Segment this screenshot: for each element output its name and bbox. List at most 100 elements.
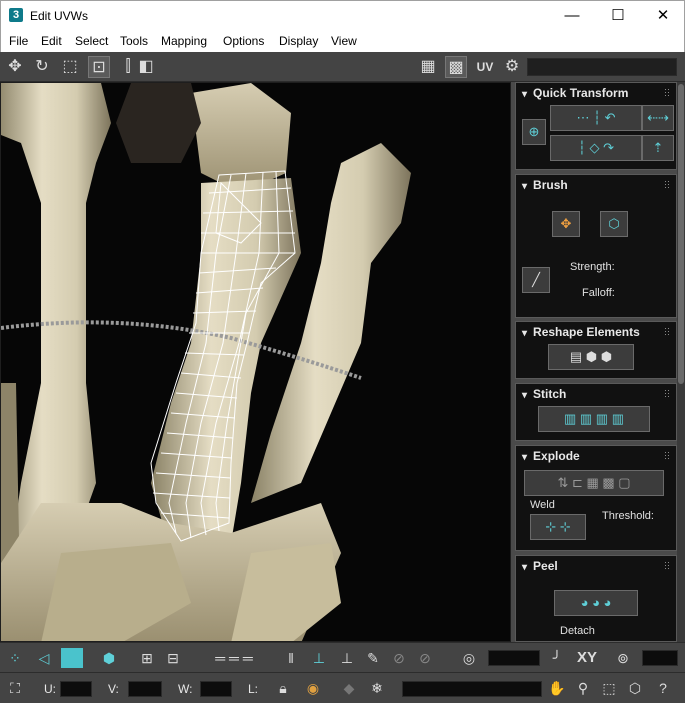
panel-scrollbar[interactable]: [677, 82, 685, 642]
align-row-1[interactable]: ⋯ ┆ ↶: [550, 105, 642, 131]
peel-tools-icon[interactable]: ◕ ◕ ◕: [554, 590, 638, 616]
grip-icon[interactable]: [664, 451, 670, 459]
paint-shrink-icon[interactable]: ⊘: [414, 648, 436, 668]
stitch-title[interactable]: Stitch: [522, 387, 566, 401]
freeze-icon[interactable]: ❄: [366, 678, 388, 698]
falloff-curve-icon[interactable]: ╯: [546, 648, 568, 668]
top-toolbar: ✥ ↻ ⬚ ⊡ ⫿ ◧ ▦ ▩ UV ⚙: [0, 52, 685, 82]
texture-settings-icon[interactable]: ⚙: [501, 56, 523, 78]
u-label: U:: [44, 682, 56, 696]
help-icon[interactable]: ?: [652, 678, 674, 698]
paint-move-icon[interactable]: ✥: [552, 211, 580, 237]
falloff-label: Falloff:: [582, 287, 615, 299]
falloff-input[interactable]: [488, 650, 540, 666]
reshape-elements-title[interactable]: Reshape Elements: [522, 325, 640, 339]
checker-icon[interactable]: ▦: [417, 56, 439, 78]
paint-grow-icon[interactable]: ⊘: [388, 648, 410, 668]
quick-transform-rollout: Quick Transform ⊕ ⋯ ┆ ↶ ┆ ◇ ↷ ⇠⇢ ⇡: [515, 82, 677, 170]
space-horizontal-icon[interactable]: ⇠⇢: [642, 105, 674, 131]
xy-toggle[interactable]: XY: [574, 648, 600, 668]
shape-icon[interactable]: ◧: [135, 56, 157, 78]
detach-label: Detach: [560, 625, 595, 637]
hide-icon[interactable]: ◉: [302, 678, 324, 698]
grip-icon[interactable]: [664, 389, 670, 397]
explode-rollout: Explode ⇅ ⊏ ▦ ▩ ▢ Weld Threshold: ⊹ ⊹: [515, 445, 677, 551]
close-button[interactable]: ✕: [640, 1, 685, 31]
menu-view[interactable]: View: [331, 34, 357, 48]
threshold-label: Threshold:: [602, 510, 654, 522]
lock-icon[interactable]: 🔒︎: [272, 678, 294, 698]
v-input[interactable]: [128, 681, 162, 697]
maximize-button[interactable]: ☐: [595, 1, 641, 31]
menu-options[interactable]: Options: [223, 34, 264, 48]
viewport-canvas: [1, 83, 510, 641]
stitch-tools-icon[interactable]: ▥ ▥ ▥ ▥: [538, 406, 650, 432]
absolute-offset-icon[interactable]: ⛶: [4, 678, 26, 698]
u-input[interactable]: [60, 681, 92, 697]
checker-map-icon[interactable]: ▩: [445, 56, 467, 78]
weld-tools-icon[interactable]: ⊹ ⊹: [530, 514, 586, 540]
v-label: V:: [108, 682, 119, 696]
reshape-tools-icon[interactable]: ▤ ⬢ ⬢: [548, 344, 634, 370]
minimize-button[interactable]: —: [549, 1, 595, 31]
edge-mode-icon[interactable]: ◁: [33, 648, 55, 668]
quick-transform-title[interactable]: Quick Transform: [522, 86, 628, 100]
soft-selection-icon[interactable]: ◎: [458, 648, 480, 668]
face-mode-icon[interactable]: [61, 648, 83, 668]
bottom-toolbar-1: ⁘ ◁ ⬢ ⊞ ⊟ ═ ═ ═ ‖ ⊥ ⊥ ✎ ⊘ ⊘ ◎ ╯ XY ⊚: [0, 642, 685, 672]
menu-select[interactable]: Select: [75, 34, 108, 48]
w-input[interactable]: [200, 681, 232, 697]
vertex-mode-icon[interactable]: ⁘: [4, 648, 26, 668]
element-mode-icon[interactable]: ⬢: [98, 648, 120, 668]
scrollbar-thumb[interactable]: [678, 84, 684, 384]
zoom-icon[interactable]: ⚲: [572, 678, 594, 698]
select-inverted-icon[interactable]: ⊥: [336, 648, 358, 668]
rotate-icon[interactable]: ↻: [31, 56, 53, 78]
menu-edit[interactable]: Edit: [41, 34, 62, 48]
space-vertical-icon[interactable]: ⇡: [642, 135, 674, 161]
align-row-2[interactable]: ┆ ◇ ↷: [550, 135, 642, 161]
grow-selection-icon[interactable]: ⊞: [136, 648, 158, 668]
peel-title[interactable]: Peel: [522, 559, 558, 573]
bottom-toolbar-2: ⛶ U: V: W: L: 🔒︎ ◉ ◆ ❄ ✋ ⚲ ⬚ ⬡ ?: [0, 672, 685, 703]
distance-input[interactable]: [642, 650, 678, 666]
edge-loop-icon[interactable]: ‖: [280, 648, 302, 668]
relax-brush-icon[interactable]: ⬡: [600, 211, 628, 237]
freeform-icon[interactable]: ⊡: [88, 56, 110, 78]
brush-falloff-icon[interactable]: ╱: [522, 267, 550, 293]
menu-bar: File Edit Select Tools Mapping Options D…: [0, 30, 685, 52]
menu-file[interactable]: File: [9, 34, 28, 48]
paint-select-icon[interactable]: ✎: [362, 648, 384, 668]
uv-toggle[interactable]: UV: [473, 56, 497, 78]
stitch-rollout: Stitch ▥ ▥ ▥ ▥: [515, 383, 677, 441]
select-overlap-icon[interactable]: ⊥: [308, 648, 330, 668]
loop-ring-icons[interactable]: ═ ═ ═: [194, 648, 274, 668]
filter-dropdown[interactable]: [402, 681, 542, 697]
grip-icon[interactable]: [664, 561, 670, 569]
grip-icon[interactable]: [664, 88, 670, 96]
zoom-extents-icon[interactable]: ⬡: [624, 678, 646, 698]
app-icon: 3: [9, 8, 23, 22]
uv-viewport[interactable]: [0, 82, 511, 642]
zoom-region-icon[interactable]: ⬚: [598, 678, 620, 698]
texture-dropdown[interactable]: [527, 58, 677, 76]
menu-tools[interactable]: Tools: [120, 34, 148, 48]
explode-tools-icon[interactable]: ⇅ ⊏ ▦ ▩ ▢: [524, 470, 664, 496]
menu-display[interactable]: Display: [279, 34, 318, 48]
menu-mapping[interactable]: Mapping: [161, 34, 207, 48]
pan-icon[interactable]: ✋: [546, 678, 568, 698]
scale-icon[interactable]: ⬚: [59, 56, 81, 78]
pivot-icon[interactable]: ⊕: [522, 119, 546, 145]
peel-rollout: Peel ◕ ◕ ◕ Detach: [515, 555, 677, 642]
brush-title[interactable]: Brush: [522, 178, 568, 192]
grip-icon[interactable]: [664, 327, 670, 335]
edge-distance-icon[interactable]: ⊚: [612, 648, 634, 668]
move-icon[interactable]: ✥: [4, 56, 26, 78]
l-label: L:: [248, 682, 259, 696]
grip-icon[interactable]: [664, 180, 670, 188]
shrink-selection-icon[interactable]: ⊟: [162, 648, 184, 668]
explode-title[interactable]: Explode: [522, 449, 580, 463]
show-icon[interactable]: ◆: [338, 678, 360, 698]
reshape-elements-rollout: Reshape Elements ▤ ⬢ ⬢: [515, 321, 677, 379]
brush-rollout: Brush ✥ ⬡ ╱ Strength: Falloff:: [515, 174, 677, 318]
